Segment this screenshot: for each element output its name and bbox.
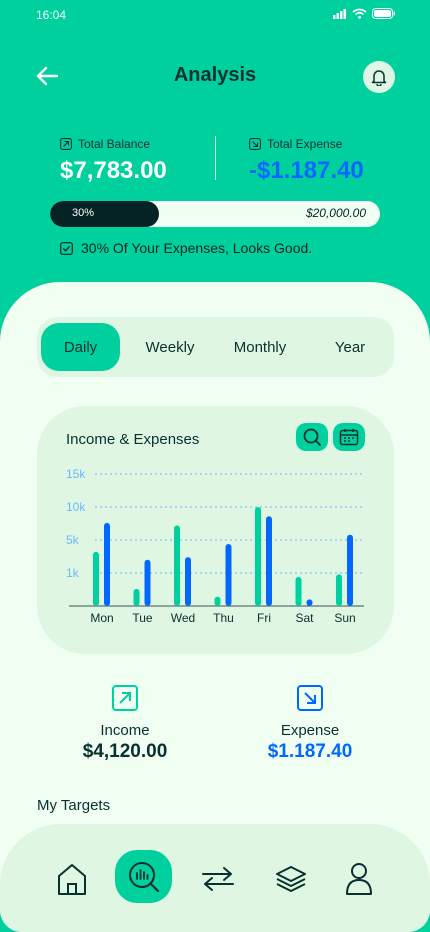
- arrow-up-right-icon: [119, 692, 131, 704]
- chart-bar-expense: [266, 516, 272, 606]
- tab-monthly[interactable]: Monthly: [217, 323, 303, 371]
- status-icons: [333, 8, 396, 19]
- app-screen: 16:04 Analysis Total Balance $7,783.00 T…: [0, 0, 430, 932]
- income-label: Income: [100, 722, 150, 739]
- balance-divider: [215, 136, 216, 180]
- x-tick-label: Thu: [213, 611, 234, 625]
- tab-daily[interactable]: Daily: [41, 323, 120, 371]
- expense-summary: Expense $1.187.40: [230, 685, 390, 763]
- chart-bar-income: [133, 588, 140, 606]
- bottom-navigation: [0, 824, 430, 932]
- total-balance-label-row: Total Balance: [60, 137, 167, 151]
- income-summary-icon-box: [112, 685, 138, 711]
- chart-bar-income: [174, 525, 180, 606]
- income-arrow-icon: [60, 138, 72, 150]
- total-balance-value: $7,783.00: [60, 157, 167, 184]
- progress-note-text: 30% Of Your Expenses, Looks Good.: [81, 240, 313, 256]
- nav-categories[interactable]: [263, 854, 319, 904]
- expense-value: $1.187.40: [267, 741, 353, 762]
- chart-bar-expense: [104, 522, 110, 606]
- expense-arrow-icon: [249, 138, 261, 150]
- chart-bar-expense: [225, 543, 232, 606]
- income-expenses-chart: 1k 5k 10k 15k Mon Tue Wed Thu Fri Sat Sun: [66, 467, 364, 625]
- profile-icon: [346, 863, 372, 895]
- chart-bar-income: [336, 574, 342, 606]
- total-expense-label: Total Expense: [267, 137, 343, 151]
- tab-year[interactable]: Year: [315, 323, 385, 371]
- total-balance-label: Total Balance: [78, 137, 151, 151]
- notifications-button[interactable]: [363, 61, 395, 93]
- checkbox-icon: [60, 241, 73, 255]
- expense-label: Expense: [280, 722, 340, 739]
- x-tick-label: Tue: [132, 611, 153, 625]
- bell-icon: [371, 70, 387, 86]
- total-expense: Total Expense -$1.187.40: [249, 137, 364, 185]
- expense-progress-bar: 30% $20,000.00: [50, 201, 380, 227]
- x-tick-label: Mon: [90, 611, 113, 625]
- nav-profile[interactable]: [331, 854, 387, 904]
- nav-transactions[interactable]: [190, 854, 246, 904]
- total-expense-value: -$1.187.40: [249, 157, 364, 184]
- my-targets-title: My Targets: [37, 797, 111, 814]
- status-time: 16:04: [36, 8, 67, 22]
- analysis-icon: [128, 861, 159, 892]
- chart-bar-expense: [347, 534, 353, 606]
- total-expense-label-row: Total Expense: [249, 137, 364, 151]
- total-balance: Total Balance $7,783.00: [60, 137, 167, 185]
- chart-bar-income: [93, 551, 99, 606]
- nav-home[interactable]: [44, 854, 100, 904]
- nav-analysis[interactable]: [115, 850, 172, 903]
- x-tick-label: Sun: [334, 611, 355, 625]
- y-tick-label: 15k: [66, 467, 86, 481]
- chart-bar-income: [255, 507, 261, 606]
- y-tick-label: 5k: [66, 533, 80, 547]
- signal-icon: [333, 8, 346, 19]
- x-tick-label: Sat: [295, 611, 314, 625]
- expense-summary-icon-box: [297, 685, 323, 711]
- arrow-down-right-icon: [304, 692, 316, 704]
- income-summary: Income $4,120.00: [45, 685, 205, 763]
- income-value: $4,120.00: [82, 741, 168, 762]
- layers-icon: [276, 866, 306, 892]
- y-tick-label: 1k: [66, 566, 80, 580]
- progress-fill: [50, 201, 159, 227]
- period-tabs: Daily Weekly Monthly Year: [37, 317, 394, 377]
- chart-bar-income: [295, 576, 302, 606]
- x-tick-label: Wed: [171, 611, 195, 625]
- progress-percent: 30%: [72, 207, 95, 219]
- chart-bar-income: [214, 596, 221, 606]
- tab-weekly[interactable]: Weekly: [129, 323, 211, 371]
- wifi-icon: [352, 8, 367, 19]
- y-tick-label: 10k: [66, 500, 86, 514]
- chart-bar-expense: [144, 559, 151, 606]
- battery-icon: [372, 8, 395, 19]
- income-expenses-chart-card: Income & Expenses 1k 5k 10k 15k Mon Tue Wed Thu…: [37, 406, 394, 654]
- x-tick-label: Fri: [257, 611, 271, 625]
- home-icon: [58, 864, 86, 895]
- chart-bar-expense: [185, 557, 191, 606]
- progress-note: 30% Of Your Expenses, Looks Good.: [60, 240, 312, 256]
- transactions-icon: [202, 867, 234, 891]
- chart-bar-expense: [306, 599, 313, 606]
- progress-goal: $20,000.00: [305, 206, 366, 220]
